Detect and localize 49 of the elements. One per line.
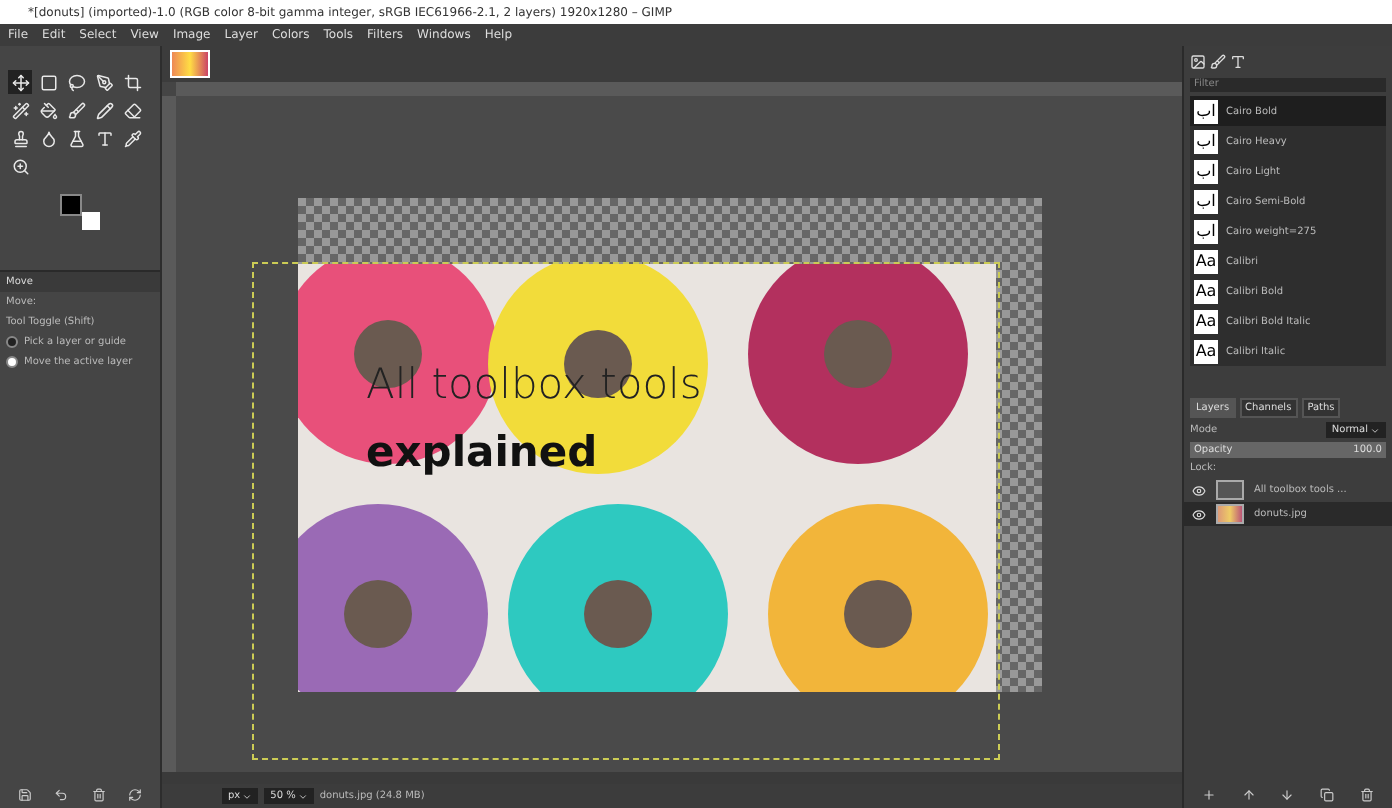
arrow-up-icon[interactable] <box>1241 788 1256 802</box>
bucket-icon[interactable] <box>36 98 60 122</box>
font-preview: اب <box>1194 129 1218 153</box>
caret-icon <box>297 791 308 801</box>
caret-icon <box>1370 425 1380 435</box>
layer-thumbnail <box>1216 504 1244 524</box>
font-preview: Aa <box>1194 279 1218 303</box>
font-preview: Aa <box>1194 249 1218 273</box>
caret-icon <box>242 791 253 801</box>
horizontal-scrollbar[interactable] <box>162 772 1182 784</box>
font-preview: اب <box>1194 99 1218 123</box>
layer-thumbnail <box>1216 480 1244 500</box>
radio-button[interactable] <box>6 336 18 348</box>
crop-icon[interactable] <box>120 70 144 94</box>
pencil-icon[interactable] <box>92 98 116 122</box>
zoom-icon[interactable] <box>8 154 32 178</box>
reset-icon[interactable] <box>128 788 143 802</box>
font-preview: اب <box>1194 159 1218 183</box>
undo-icon[interactable] <box>54 788 69 802</box>
font-preview: اب <box>1194 189 1218 213</box>
lasso-icon[interactable] <box>64 70 88 94</box>
trash-icon[interactable] <box>1359 788 1374 802</box>
image-icon[interactable] <box>1190 54 1206 70</box>
eye-icon[interactable] <box>1192 483 1206 497</box>
radio-button[interactable] <box>6 356 18 368</box>
eye-icon[interactable] <box>1192 507 1206 521</box>
trash-icon[interactable] <box>91 788 106 802</box>
font-preview: Aa <box>1194 309 1218 333</box>
font-preview: Aa <box>1194 339 1218 363</box>
stamp-icon[interactable] <box>8 126 32 150</box>
rectangle-icon[interactable] <box>36 70 60 94</box>
brush-icon[interactable] <box>64 98 88 122</box>
eraser-icon[interactable] <box>120 98 144 122</box>
font-preview: اب <box>1194 219 1218 243</box>
image-tab-thumbnail[interactable] <box>170 50 210 78</box>
copy-icon[interactable] <box>1320 788 1335 802</box>
brush-icon[interactable] <box>1210 54 1226 70</box>
arrow-down-icon[interactable] <box>1280 788 1295 802</box>
pen-icon[interactable] <box>92 70 116 94</box>
plus-icon[interactable] <box>1202 788 1217 802</box>
move-icon[interactable] <box>8 70 32 94</box>
foreground-color-swatch[interactable] <box>60 194 82 216</box>
font-icon[interactable] <box>1230 54 1246 70</box>
text-tool-icon[interactable] <box>92 126 116 150</box>
save-icon[interactable] <box>17 788 32 802</box>
flask-icon[interactable] <box>64 126 88 150</box>
wand-icon[interactable] <box>8 98 32 122</box>
eyedropper-icon[interactable] <box>120 126 144 150</box>
background-color-swatch[interactable] <box>82 212 100 230</box>
